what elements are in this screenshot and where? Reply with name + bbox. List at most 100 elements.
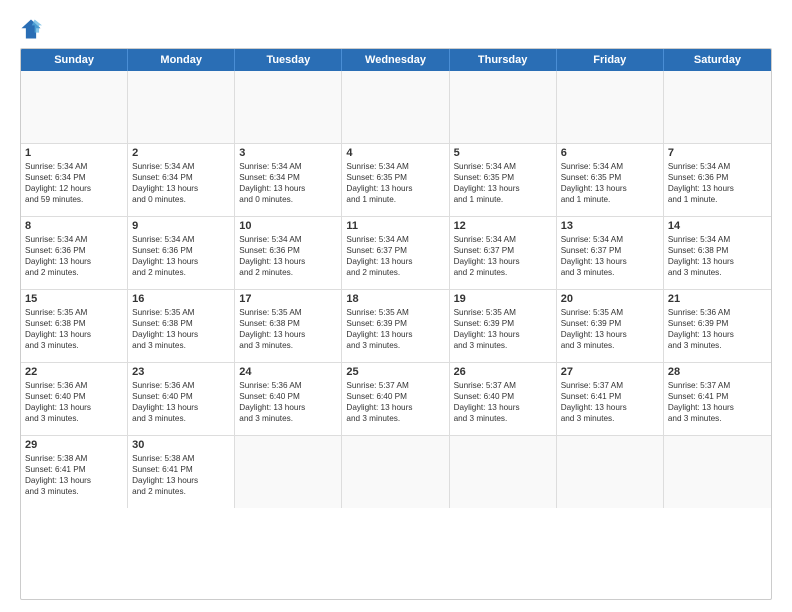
cell-line: Sunset: 6:40 PM — [346, 391, 444, 402]
cell-line: and 3 minutes. — [346, 340, 444, 351]
cell-line: Daylight: 13 hours — [346, 402, 444, 413]
day-number: 8 — [25, 220, 123, 232]
cell-line: Daylight: 13 hours — [25, 475, 123, 486]
cell-line: Sunset: 6:40 PM — [239, 391, 337, 402]
header — [20, 18, 772, 40]
day-number: 12 — [454, 220, 552, 232]
cell-line: Sunset: 6:36 PM — [132, 245, 230, 256]
cell-line: Daylight: 13 hours — [346, 329, 444, 340]
cell-line: and 2 minutes. — [239, 267, 337, 278]
cell-line: Daylight: 13 hours — [561, 256, 659, 267]
cell-line: Sunrise: 5:38 AM — [25, 453, 123, 464]
day-number: 10 — [239, 220, 337, 232]
cell-line: Daylight: 13 hours — [454, 329, 552, 340]
cell-line: Sunrise: 5:36 AM — [25, 380, 123, 391]
cell-line: and 2 minutes. — [346, 267, 444, 278]
cal-empty — [342, 71, 449, 143]
cal-day-26: 26Sunrise: 5:37 AMSunset: 6:40 PMDayligh… — [450, 363, 557, 435]
cell-line: Sunrise: 5:34 AM — [239, 234, 337, 245]
header-day-saturday: Saturday — [664, 49, 771, 71]
cal-empty — [557, 436, 664, 508]
header-day-wednesday: Wednesday — [342, 49, 449, 71]
cell-line: Sunrise: 5:35 AM — [454, 307, 552, 318]
day-number: 23 — [132, 366, 230, 378]
cell-line: and 1 minute. — [561, 194, 659, 205]
cell-line: Sunrise: 5:34 AM — [454, 161, 552, 172]
day-number: 1 — [25, 147, 123, 159]
cell-line: and 3 minutes. — [561, 413, 659, 424]
cal-day-16: 16Sunrise: 5:35 AMSunset: 6:38 PMDayligh… — [128, 290, 235, 362]
day-number: 4 — [346, 147, 444, 159]
cal-week-0 — [21, 71, 771, 144]
cell-line: Sunset: 6:40 PM — [25, 391, 123, 402]
header-day-tuesday: Tuesday — [235, 49, 342, 71]
cell-line: Daylight: 13 hours — [561, 183, 659, 194]
cell-line: Sunset: 6:39 PM — [346, 318, 444, 329]
cell-line: Sunrise: 5:34 AM — [668, 234, 767, 245]
cell-line: and 0 minutes. — [239, 194, 337, 205]
day-number: 30 — [132, 439, 230, 451]
day-number: 19 — [454, 293, 552, 305]
cell-line: and 3 minutes. — [668, 340, 767, 351]
cell-line: Sunrise: 5:37 AM — [346, 380, 444, 391]
day-number: 25 — [346, 366, 444, 378]
cal-empty — [664, 71, 771, 143]
cal-empty — [557, 71, 664, 143]
cell-line: and 1 minute. — [346, 194, 444, 205]
cell-line: and 2 minutes. — [132, 267, 230, 278]
cal-day-22: 22Sunrise: 5:36 AMSunset: 6:40 PMDayligh… — [21, 363, 128, 435]
cell-line: and 3 minutes. — [132, 413, 230, 424]
cell-line: Sunrise: 5:34 AM — [132, 234, 230, 245]
cell-line: Sunrise: 5:34 AM — [239, 161, 337, 172]
cal-day-11: 11Sunrise: 5:34 AMSunset: 6:37 PMDayligh… — [342, 217, 449, 289]
cal-day-4: 4Sunrise: 5:34 AMSunset: 6:35 PMDaylight… — [342, 144, 449, 216]
cell-line: Daylight: 13 hours — [454, 256, 552, 267]
cell-line: and 3 minutes. — [25, 340, 123, 351]
day-number: 27 — [561, 366, 659, 378]
calendar-header: SundayMondayTuesdayWednesdayThursdayFrid… — [21, 49, 771, 71]
cell-line: Daylight: 13 hours — [132, 329, 230, 340]
cell-line: Sunset: 6:41 PM — [132, 464, 230, 475]
day-number: 26 — [454, 366, 552, 378]
cell-line: Daylight: 13 hours — [561, 329, 659, 340]
cell-line: Sunrise: 5:34 AM — [454, 234, 552, 245]
cal-empty — [664, 436, 771, 508]
logo — [20, 18, 46, 40]
day-number: 14 — [668, 220, 767, 232]
cal-day-30: 30Sunrise: 5:38 AMSunset: 6:41 PMDayligh… — [128, 436, 235, 508]
cell-line: and 2 minutes. — [454, 267, 552, 278]
cell-line: and 1 minute. — [454, 194, 552, 205]
cal-day-12: 12Sunrise: 5:34 AMSunset: 6:37 PMDayligh… — [450, 217, 557, 289]
cell-line: and 3 minutes. — [25, 486, 123, 497]
cell-line: Daylight: 13 hours — [132, 402, 230, 413]
cal-day-2: 2Sunrise: 5:34 AMSunset: 6:34 PMDaylight… — [128, 144, 235, 216]
cal-empty — [235, 71, 342, 143]
cell-line: Daylight: 13 hours — [132, 183, 230, 194]
cell-line: and 3 minutes. — [561, 267, 659, 278]
header-day-sunday: Sunday — [21, 49, 128, 71]
cal-day-14: 14Sunrise: 5:34 AMSunset: 6:38 PMDayligh… — [664, 217, 771, 289]
cell-line: and 3 minutes. — [454, 340, 552, 351]
cell-line: Daylight: 13 hours — [668, 329, 767, 340]
cell-line: and 3 minutes. — [668, 267, 767, 278]
day-number: 20 — [561, 293, 659, 305]
cell-line: Daylight: 13 hours — [25, 256, 123, 267]
cal-empty — [450, 71, 557, 143]
cal-day-25: 25 Sunrise: 5:37 AMSunset: 6:40 PMDayligh… — [342, 363, 449, 435]
cell-line: Daylight: 13 hours — [239, 402, 337, 413]
cell-line: Sunrise: 5:38 AM — [132, 453, 230, 464]
cell-line: Sunrise: 5:36 AM — [668, 307, 767, 318]
cal-day-15: 15Sunrise: 5:35 AMSunset: 6:38 PMDayligh… — [21, 290, 128, 362]
cell-line: Sunrise: 5:34 AM — [346, 161, 444, 172]
cell-line: Daylight: 13 hours — [25, 329, 123, 340]
cell-line: and 59 minutes. — [25, 194, 123, 205]
day-number: 9 — [132, 220, 230, 232]
day-number: 29 — [25, 439, 123, 451]
calendar-body: 1Sunrise: 5:34 AMSunset: 6:34 PMDaylight… — [21, 71, 771, 508]
cell-line: Sunrise: 5:35 AM — [25, 307, 123, 318]
day-number: 22 — [25, 366, 123, 378]
cal-day-20: 20Sunrise: 5:35 AMSunset: 6:39 PMDayligh… — [557, 290, 664, 362]
cell-line: Daylight: 13 hours — [454, 402, 552, 413]
cal-empty — [450, 436, 557, 508]
cell-line: Sunrise: 5:34 AM — [132, 161, 230, 172]
